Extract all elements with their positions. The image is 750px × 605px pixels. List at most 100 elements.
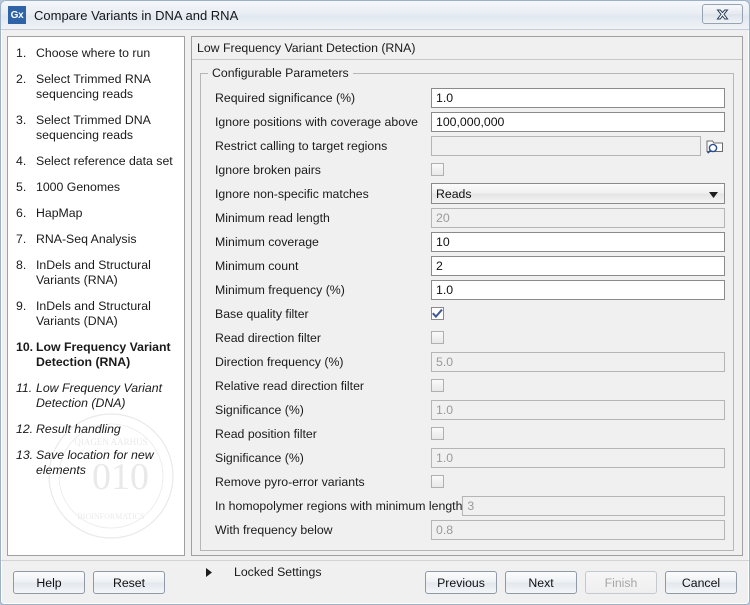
svg-text:QIAGEN AARHUS: QIAGEN AARHUS [74, 437, 147, 447]
param-row-read-position-filter: Read position filter [209, 422, 725, 445]
param-label: Minimum count [215, 258, 299, 273]
param-label: Ignore broken pairs [215, 162, 321, 177]
step-number: 10. [16, 340, 34, 354]
param-label: Relative read direction filter [215, 378, 364, 393]
homopolymer-min-length-input[interactable] [462, 495, 725, 516]
title-bar: Gx Compare Variants in DNA and RNA [1, 1, 749, 30]
sidebar-item-step-8[interactable]: 8. InDels and Structural Variants (RNA) [16, 258, 178, 288]
ignore-broken-pairs-checkbox[interactable] [431, 163, 444, 176]
checkmark-icon [432, 309, 443, 318]
param-label: Restrict calling to target regions [215, 138, 388, 153]
relative-read-direction-filter-checkbox[interactable] [431, 379, 444, 392]
required-significance-input[interactable] [431, 87, 725, 108]
triangle-right-icon [206, 567, 212, 577]
read-position-filter-checkbox[interactable] [431, 427, 444, 440]
param-row-minimum-count: Minimum count [209, 254, 725, 277]
param-row-restrict-target-regions: Restrict calling to target regions [209, 134, 725, 157]
param-label: Read direction filter [215, 330, 321, 345]
reset-button[interactable]: Reset [93, 571, 165, 594]
sidebar-item-step-7[interactable]: 7. RNA-Seq Analysis [16, 232, 178, 247]
base-quality-filter-checkbox[interactable] [431, 307, 444, 320]
param-row-minimum-frequency: Minimum frequency (%) [209, 278, 725, 301]
sidebar-item-step-2[interactable]: 2. Select Trimmed RNA sequencing reads [16, 72, 178, 102]
step-label: Low Frequency Variant Detection (DNA) [36, 381, 162, 410]
window-title: Compare Variants in DNA and RNA [34, 7, 239, 23]
panel-content: Configurable Parameters Required signifi… [192, 60, 742, 579]
sidebar-item-step-11[interactable]: 11. Low Frequency Variant Detection (DNA… [16, 381, 178, 411]
sidebar-item-step-13[interactable]: 13. Save location for new elements [16, 448, 178, 478]
param-row-ignore-positions-coverage: Ignore positions with coverage above [209, 110, 725, 133]
param-row-relative-read-direction-filter: Relative read direction filter [209, 374, 725, 397]
remove-pyro-error-variants-checkbox[interactable] [431, 475, 444, 488]
step-number: 7. [16, 232, 27, 246]
restrict-target-regions-input[interactable] [431, 135, 701, 156]
close-button[interactable] [702, 4, 743, 24]
browse-folder-search-icon[interactable] [705, 138, 725, 154]
param-row-minimum-coverage: Minimum coverage [209, 230, 725, 253]
param-label: In homopolymer regions with minimum leng… [215, 498, 463, 513]
ignore-nonspecific-matches-select[interactable]: Reads [431, 183, 725, 204]
sidebar-item-step-1[interactable]: 1. Choose where to run [16, 46, 178, 61]
ignore-positions-coverage-input[interactable] [431, 111, 725, 132]
step-label: Choose where to run [36, 46, 151, 60]
step-number: 6. [16, 206, 27, 220]
minimum-read-length-input[interactable] [431, 207, 725, 228]
close-icon [716, 9, 729, 20]
minimum-count-input[interactable] [431, 255, 725, 276]
step-number: 11. [16, 381, 33, 395]
param-row-read-direction-filter: Read direction filter [209, 326, 725, 349]
param-label: Significance (%) [215, 402, 304, 417]
step-label: Result handling [36, 422, 121, 436]
step-number: 9. [16, 299, 27, 313]
sidebar-item-step-6[interactable]: 6. HapMap [16, 206, 178, 221]
step-number: 13. [16, 448, 34, 462]
sidebar-item-step-10[interactable]: 10. Low Frequency Variant Detection (RNA… [16, 340, 178, 370]
with-frequency-below-input[interactable] [431, 519, 725, 540]
sidebar-item-step-3[interactable]: 3. Select Trimmed DNA sequencing reads [16, 113, 178, 143]
relative-direction-significance-input[interactable] [431, 399, 725, 420]
param-row-minimum-read-length: Minimum read length [209, 206, 725, 229]
minimum-coverage-input[interactable] [431, 231, 725, 252]
step-number: 12. [16, 422, 34, 436]
main-panel: Low Frequency Variant Detection (RNA) Co… [191, 36, 743, 579]
locked-settings-toggle[interactable]: Locked Settings [200, 565, 734, 579]
param-row-ignore-nonspecific-matches: Ignore non-specific matches Reads [209, 182, 725, 205]
step-number: 4. [16, 154, 27, 168]
param-label: Minimum coverage [215, 234, 319, 249]
param-label: Significance (%) [215, 450, 304, 465]
minimum-frequency-input[interactable] [431, 279, 725, 300]
param-row-relative-direction-significance: Significance (%) [209, 398, 725, 421]
param-label: Direction frequency (%) [215, 354, 344, 369]
param-row-base-quality-filter: Base quality filter [209, 302, 725, 325]
param-row-remove-pyro-error-variants: Remove pyro-error variants [209, 470, 725, 493]
param-row-homopolymer-min-length: In homopolymer regions with minimum leng… [209, 494, 725, 517]
param-label: Base quality filter [215, 306, 309, 321]
param-row-direction-frequency: Direction frequency (%) [209, 350, 725, 373]
sidebar-item-step-5[interactable]: 5. 1000 Genomes [16, 180, 178, 195]
param-label: Ignore non-specific matches [215, 186, 369, 201]
param-row-ignore-broken-pairs: Ignore broken pairs [209, 158, 725, 181]
sidebar-item-step-12[interactable]: 12. Result handling [16, 422, 178, 437]
step-label: Save location for new elements [36, 448, 154, 477]
step-label: Low Frequency Variant Detection (RNA) [36, 340, 171, 369]
step-number: 5. [16, 180, 27, 194]
configurable-parameters-group: Configurable Parameters Required signifi… [200, 66, 734, 551]
step-number: 8. [16, 258, 27, 272]
param-label: Remove pyro-error variants [215, 474, 365, 489]
read-position-significance-input[interactable] [431, 447, 725, 468]
param-row-required-significance: Required significance (%) [209, 86, 725, 109]
direction-frequency-input[interactable] [431, 351, 725, 372]
sidebar-item-step-9[interactable]: 9. InDels and Structural Variants (DNA) [16, 299, 178, 329]
combo-value: Reads [436, 186, 472, 201]
step-number: 2. [16, 72, 27, 86]
read-direction-filter-checkbox[interactable] [431, 331, 444, 344]
step-label: Select reference data set [36, 154, 173, 168]
param-row-read-position-significance: Significance (%) [209, 446, 725, 469]
param-row-with-frequency-below: With frequency below [209, 518, 725, 541]
param-label: Required significance (%) [215, 90, 356, 105]
dialog-window: Gx Compare Variants in DNA and RNA QIAGE… [0, 0, 750, 605]
step-number: 1. [16, 46, 27, 60]
sidebar-item-step-4[interactable]: 4. Select reference data set [16, 154, 178, 169]
app-icon: Gx [8, 6, 26, 24]
help-button[interactable]: Help [13, 571, 85, 594]
